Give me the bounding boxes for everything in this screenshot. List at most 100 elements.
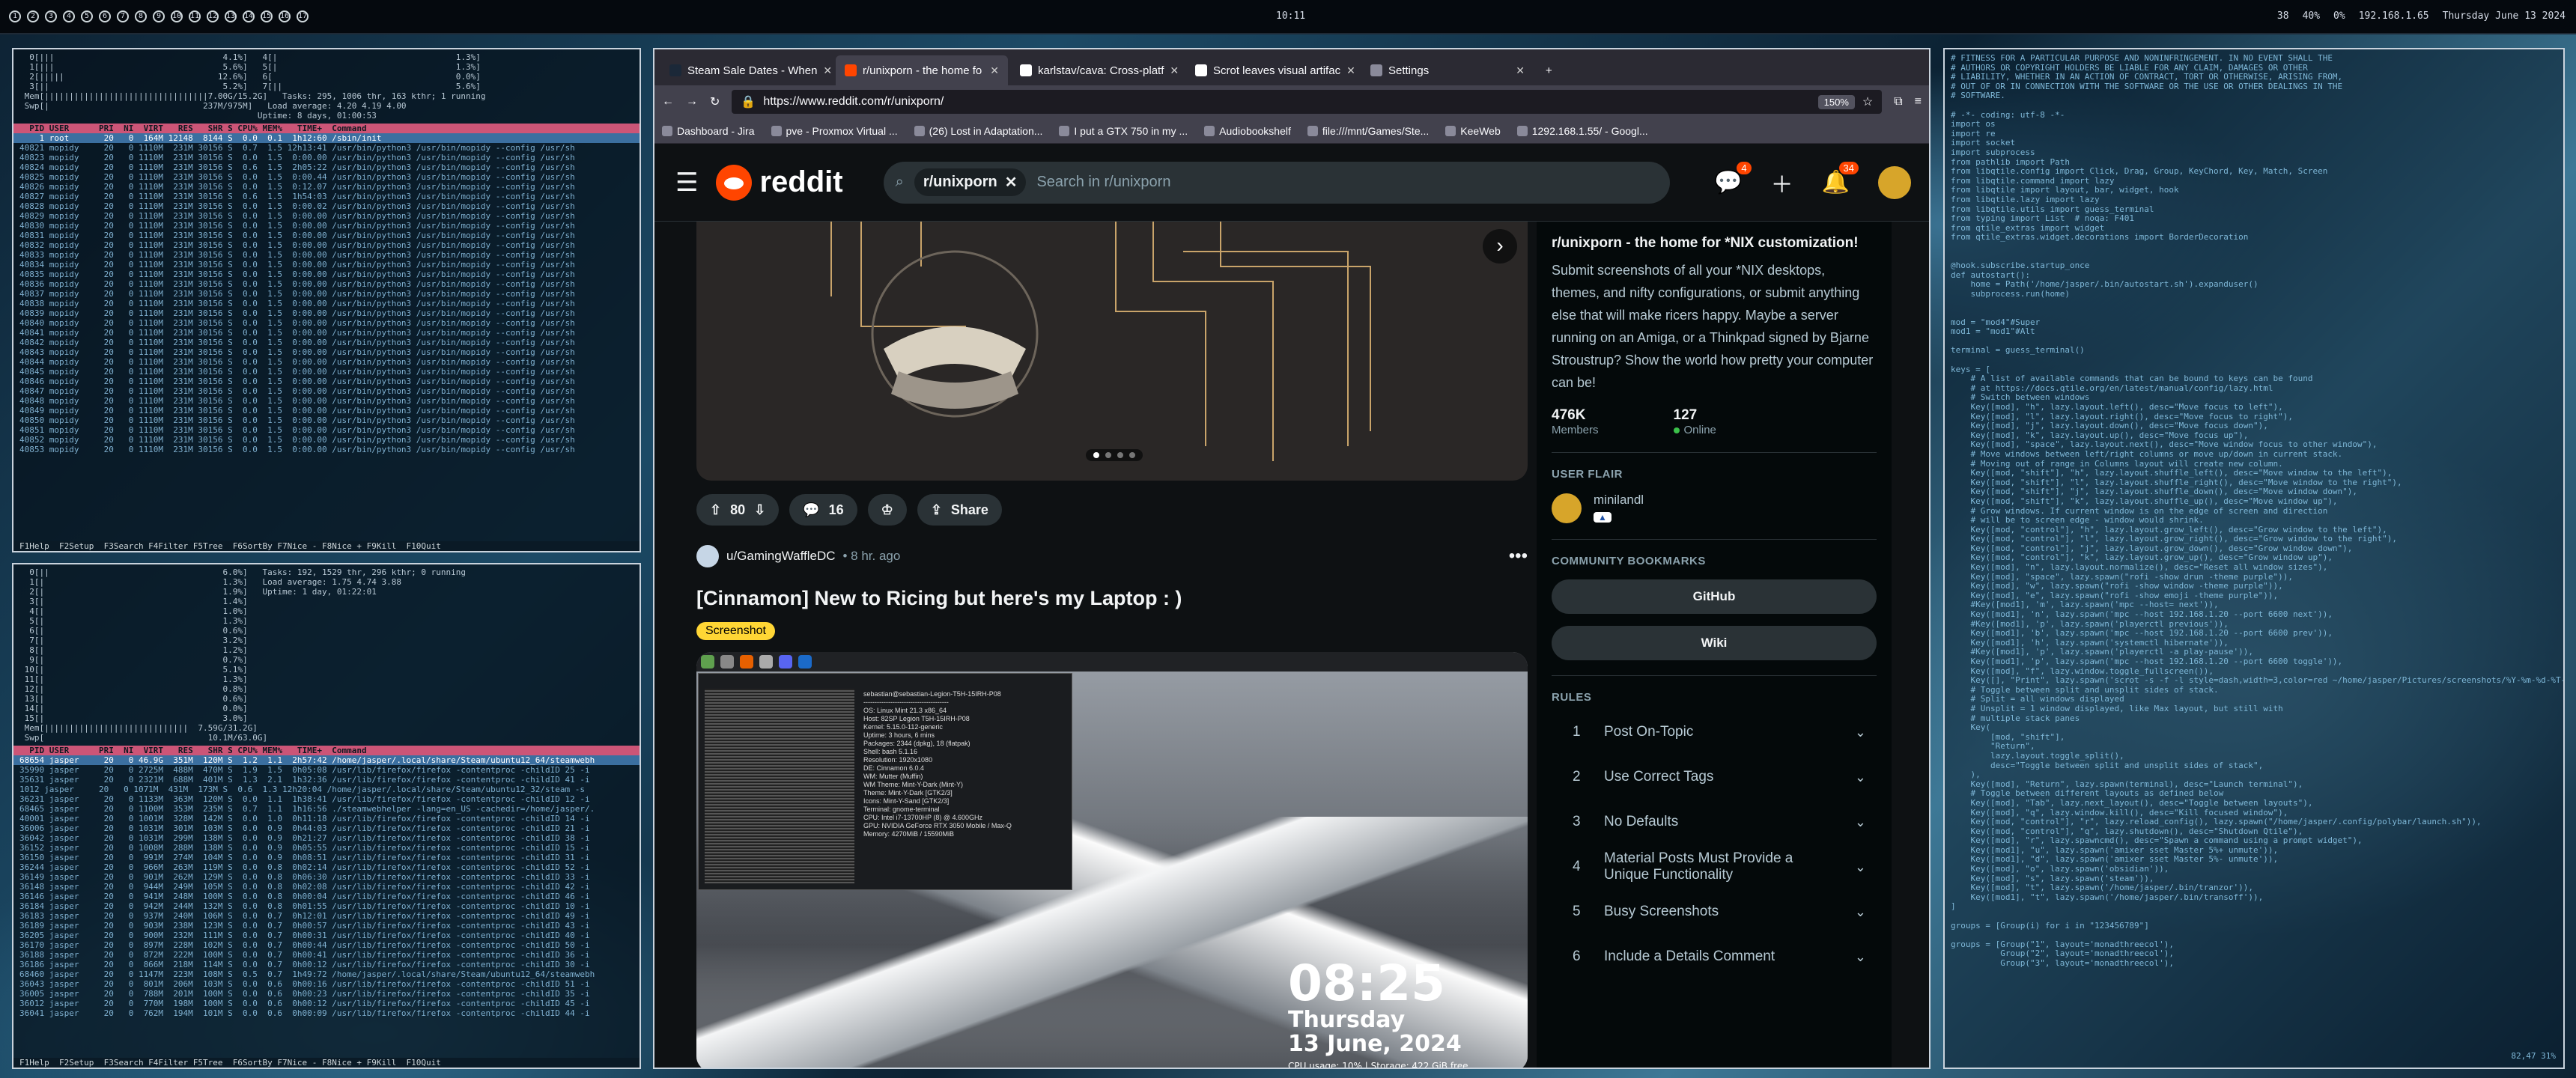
address-bar[interactable]: 🔒 https://www.reddit.com/r/unixporn/ 150… — [732, 90, 1883, 114]
back-icon[interactable]: ← — [662, 95, 674, 109]
menu-icon[interactable]: ≡ — [1915, 95, 1922, 109]
process-row[interactable]: 35631 jasper 20 0 2321M 688M 401M S 1.3 … — [13, 775, 640, 785]
browser-tab[interactable]: karlstav/cava: Cross-platf ✕ — [1011, 55, 1183, 85]
search-input[interactable]: Search in r/unixporn — [1036, 174, 1170, 191]
forward-icon[interactable]: → — [686, 95, 698, 109]
process-row[interactable]: 36189 jasper 20 0 903M 238M 123M S 0.0 0… — [13, 921, 640, 931]
vote-control[interactable]: ⇧ 80 ⇩ — [696, 494, 780, 526]
search-bar[interactable]: ⌕ r/unixporn ✕ Search in r/unixporn — [883, 161, 1670, 204]
process-row[interactable]: 40832 mopidy 20 0 1110M 231M 30156 S 0.0… — [13, 240, 640, 250]
chevron-down-icon[interactable]: ⌄ — [1855, 904, 1877, 920]
workspace-6[interactable]: 6 — [99, 10, 111, 22]
subreddit-search-chip[interactable]: r/unixporn ✕ — [914, 168, 1027, 196]
bookmark-item[interactable]: pve - Proxmox Virtual ... — [771, 125, 898, 137]
process-row[interactable]: 40001 jasper 20 0 1001M 328M 142M S 0.0 … — [13, 814, 640, 823]
workspace-16[interactable]: 16 — [279, 10, 291, 22]
process-row[interactable]: 36170 jasper 20 0 897M 228M 102M S 0.0 0… — [13, 940, 640, 950]
chat-icon[interactable]: 💬 4 — [1714, 162, 1752, 195]
process-row[interactable]: 40833 mopidy 20 0 1110M 231M 30156 S 0.0… — [13, 250, 640, 260]
chevron-down-icon[interactable]: ⌄ — [1855, 725, 1877, 740]
htop-column-header[interactable]: PID USER PRI NI VIRT RES SHR S CPU% MEM%… — [13, 124, 640, 133]
extensions-icon[interactable]: ⧉ — [1894, 95, 1902, 109]
process-row[interactable]: 36231 jasper 20 0 1133M 363M 120M S 0.0 … — [13, 794, 640, 804]
post-author[interactable]: u/GamingWaffleDC — [726, 549, 836, 564]
process-row[interactable]: 40842 mopidy 20 0 1110M 231M 30156 S 0.0… — [13, 338, 640, 347]
process-row[interactable]: 36146 jasper 20 0 941M 248M 100M S 0.0 0… — [13, 892, 640, 901]
workspace-13[interactable]: 13 — [225, 10, 237, 22]
workspace-7[interactable]: 7 — [117, 10, 129, 22]
close-tab-icon[interactable]: ✕ — [990, 64, 999, 77]
process-row[interactable]: 68465 jasper 20 0 1100M 353M 235M S 0.7 … — [13, 804, 640, 814]
close-icon[interactable]: ✕ — [1005, 173, 1018, 192]
process-row[interactable]: 40840 mopidy 20 0 1110M 231M 30156 S 0.0… — [13, 318, 640, 328]
process-row[interactable]: 36188 jasper 20 0 872M 222M 100M S 0.0 0… — [13, 950, 640, 960]
close-tab-icon[interactable]: ✕ — [823, 64, 832, 77]
close-tab-icon[interactable]: ✕ — [1346, 64, 1355, 77]
process-row[interactable]: 36183 jasper 20 0 937M 240M 106M S 0.0 0… — [13, 911, 640, 921]
process-row[interactable]: 40827 mopidy 20 0 1110M 231M 30156 S 0.6… — [13, 192, 640, 201]
process-row[interactable]: 36205 jasper 20 0 900M 232M 111M S 0.0 0… — [13, 931, 640, 940]
workspace-indicators[interactable]: 1 2 3 4 5 6 7 8 9 10 11 12 13 14 15 16 17 — [9, 10, 309, 22]
process-row[interactable]: 36186 jasper 20 0 866M 218M 114M S 0.0 0… — [13, 960, 640, 969]
chevron-down-icon[interactable]: ⌄ — [1855, 814, 1877, 830]
share-button[interactable]: ⇪ Share — [917, 494, 1002, 526]
notifications-icon[interactable]: 🔔 34 — [1822, 162, 1859, 195]
process-row[interactable]: 36152 jasper 20 0 1008M 288M 138M S 0.0 … — [13, 843, 640, 853]
config-source-text[interactable]: # FITNESS FOR A PARTICULAR PURPOSE AND N… — [1951, 53, 2563, 969]
workspace-9[interactable]: 9 — [153, 10, 165, 22]
process-row[interactable]: 36042 jasper 20 0 1031M 299M 138M S 0.0 … — [13, 833, 640, 843]
rule-item[interactable]: 1 Post On-Topic ⌄ — [1552, 710, 1877, 755]
process-row[interactable]: 40824 mopidy 20 0 1110M 231M 30156 S 0.6… — [13, 162, 640, 172]
chevron-down-icon[interactable]: ⌄ — [1855, 859, 1877, 875]
more-options-icon[interactable]: ••• — [1509, 546, 1528, 567]
process-row[interactable]: 40847 mopidy 20 0 1110M 231M 30156 S 0.0… — [13, 386, 640, 396]
user-flair[interactable]: minilandl ▲ — [1552, 493, 1877, 524]
process-row[interactable]: 36005 jasper 20 0 788M 201M 100M S 0.0 0… — [13, 989, 640, 999]
process-row[interactable]: 40831 mopidy 20 0 1110M 231M 30156 S 0.0… — [13, 231, 640, 240]
htop-terminal-top[interactable]: 0[||| 4.1%] 4[| 1.3%] 1[||| 5.6%] 5[| 1.… — [12, 48, 641, 552]
process-row[interactable]: 40843 mopidy 20 0 1110M 231M 30156 S 0.0… — [13, 347, 640, 357]
process-row[interactable]: 40837 mopidy 20 0 1110M 231M 30156 S 0.0… — [13, 289, 640, 299]
process-row[interactable]: 40853 mopidy 20 0 1110M 231M 30156 S 0.0… — [13, 445, 640, 454]
workspace-11[interactable]: 11 — [189, 10, 201, 22]
htop-column-header[interactable]: PID USER PRI NI VIRT RES SHR S CPU% MEM%… — [13, 746, 640, 755]
chevron-down-icon[interactable]: ⌄ — [1855, 770, 1877, 785]
process-row[interactable]: 40850 mopidy 20 0 1110M 231M 30156 S 0.0… — [13, 415, 640, 425]
process-row[interactable]: 40835 mopidy 20 0 1110M 231M 30156 S 0.0… — [13, 270, 640, 279]
process-row[interactable]: 40838 mopidy 20 0 1110M 231M 30156 S 0.0… — [13, 299, 640, 308]
workspace-14[interactable]: 14 — [243, 10, 255, 22]
bookmark-item[interactable]: (26) Lost in Adaptation... — [914, 125, 1042, 137]
process-row[interactable]: 40845 mopidy 20 0 1110M 231M 30156 S 0.0… — [13, 367, 640, 377]
browser-tab[interactable]: r/unixporn - the home fo ✕ — [836, 55, 1008, 85]
process-row[interactable]: 36149 jasper 20 0 901M 262M 129M S 0.0 0… — [13, 872, 640, 882]
new-tab-icon[interactable]: + — [1537, 55, 1567, 85]
process-row[interactable]: 40841 mopidy 20 0 1110M 231M 30156 S 0.0… — [13, 328, 640, 338]
post-image-carousel[interactable]: › — [696, 222, 1528, 481]
close-tab-icon[interactable]: ✕ — [1170, 64, 1179, 77]
post-screenshot-image[interactable]: sebastian@sebastian-Legion-T5H-15IRH-P08… — [696, 652, 1528, 1068]
upvote-icon[interactable]: ⇧ — [710, 502, 721, 518]
create-post-icon[interactable]: ＋ — [1771, 166, 1793, 199]
url-text[interactable]: https://www.reddit.com/r/unixporn/ — [763, 95, 944, 109]
process-row[interactable]: 40852 mopidy 20 0 1110M 231M 30156 S 0.0… — [13, 435, 640, 445]
process-row[interactable]: 40825 mopidy 20 0 1110M 231M 30156 S 0.0… — [13, 172, 640, 182]
process-row[interactable]: 40834 mopidy 20 0 1110M 231M 30156 S 0.0… — [13, 260, 640, 270]
firefox-window[interactable]: Steam Sale Dates - When ✕ r/unixporn - the… — [653, 48, 1931, 1069]
process-row[interactable]: 68460 jasper 20 0 1147M 223M 108M S 0.5 … — [13, 969, 640, 979]
process-row[interactable]: 40829 mopidy 20 0 1110M 231M 30156 S 0.0… — [13, 211, 640, 221]
post-title[interactable]: [Cinnamon] New to Ricing but here's my L… — [696, 587, 1528, 610]
process-row[interactable]: 40851 mopidy 20 0 1110M 231M 30156 S 0.0… — [13, 425, 640, 435]
zoom-level[interactable]: 150% — [1817, 94, 1855, 109]
process-row[interactable]: 40839 mopidy 20 0 1110M 231M 30156 S 0.0… — [13, 308, 640, 318]
bookmark-item[interactable]: file:///mnt/Games/Ste... — [1307, 125, 1429, 137]
bookmark-github-button[interactable]: GitHub — [1552, 579, 1877, 614]
process-row[interactable]: 36184 jasper 20 0 942M 244M 132M S 0.0 0… — [13, 901, 640, 911]
author-avatar[interactable] — [696, 545, 719, 567]
htop-process-list[interactable]: 68654 jasper 20 0 46.9G 351M 120M S 1.2 … — [13, 755, 640, 1018]
reload-icon[interactable]: ↻ — [710, 94, 720, 109]
bookmark-item[interactable]: I put a GTX 750 in my ... — [1059, 125, 1188, 137]
carousel-next-button[interactable]: › — [1483, 229, 1517, 264]
bookmark-star-icon[interactable]: ☆ — [1862, 94, 1873, 109]
rule-item[interactable]: 3 No Defaults ⌄ — [1552, 800, 1877, 844]
comments-button[interactable]: 💬 16 — [789, 494, 857, 526]
